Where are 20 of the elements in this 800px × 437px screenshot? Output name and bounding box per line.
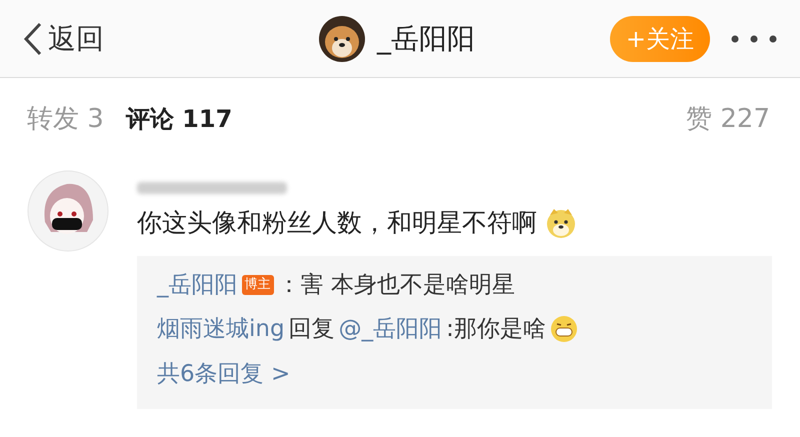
- back-button[interactable]: 返回: [22, 18, 104, 60]
- follow-button[interactable]: +关注: [610, 16, 710, 62]
- user-link[interactable]: @_岳阳阳: [338, 312, 442, 346]
- chevron-left-icon: [22, 20, 44, 56]
- more-icon[interactable]: [730, 34, 778, 44]
- username: _岳阳阳: [376, 20, 475, 57]
- reply-text: ：害 本身也不是啥明星: [278, 270, 515, 300]
- comment-text: 你这头像和粉丝人数，和明星不符啊: [137, 207, 537, 239]
- user-link[interactable]: _岳阳阳: [157, 268, 238, 302]
- more-replies-link[interactable]: 共6条回复 >: [157, 356, 752, 391]
- tab[interactable]: 转发 3: [27, 100, 104, 138]
- author-badge: 博主: [242, 274, 274, 295]
- like-count[interactable]: 赞 227: [686, 100, 770, 138]
- tab[interactable]: 评论 117: [126, 101, 232, 137]
- anime-avatar-icon: [27, 170, 109, 252]
- grin-emoji-icon: [550, 315, 578, 344]
- reply-text: :那你是啥: [446, 315, 546, 344]
- user-link[interactable]: 烟雨迷城ing: [157, 312, 285, 346]
- dog-emoji-icon: [545, 206, 577, 239]
- reply-text: 回复: [288, 315, 335, 344]
